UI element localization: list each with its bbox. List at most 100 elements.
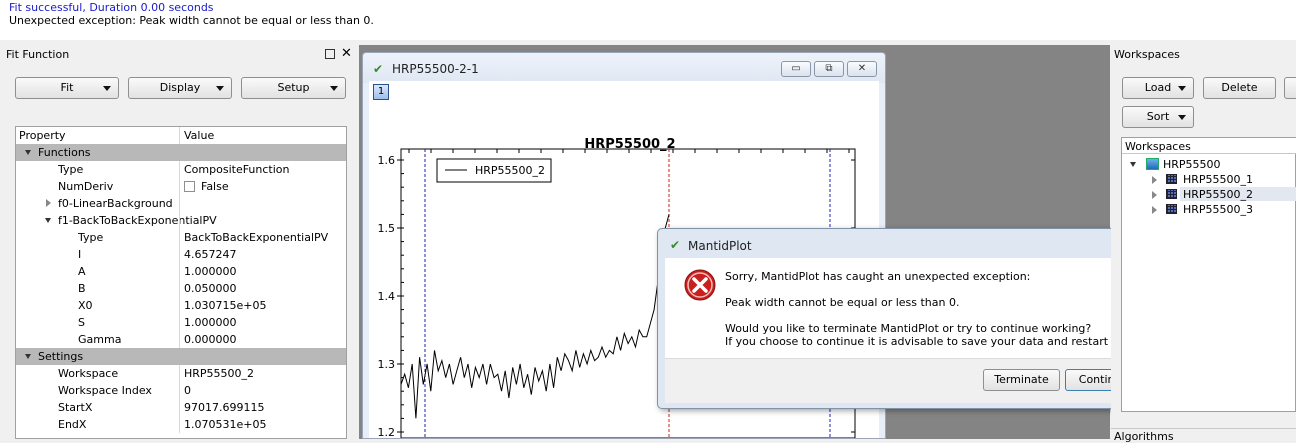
setup-button[interactable]: Setup <box>241 77 346 99</box>
property-name: f1-BackToBackExponentialPV <box>58 214 217 227</box>
chevron-down-icon <box>1178 115 1186 120</box>
property-row[interactable]: Type CompositeFunction <box>16 161 346 178</box>
column-divider <box>179 212 180 229</box>
collapse-arrow-icon[interactable] <box>46 199 51 207</box>
property-value[interactable]: 1.000000 <box>184 265 237 278</box>
workspace-table-icon <box>1166 204 1177 214</box>
property-value[interactable]: 1.030715e+05 <box>184 299 266 312</box>
property-browser[interactable]: Property Value Functions Type CompositeFun… <box>15 126 347 439</box>
property-row[interactable]: S 1.000000 <box>16 314 346 331</box>
log-line-success: Fit successful, Duration 0.00 seconds <box>9 1 214 14</box>
property-row[interactable]: I 4.657247 <box>16 246 346 263</box>
property-name: Workspace Index <box>58 384 152 397</box>
property-row[interactable]: Functions <box>16 144 346 161</box>
expand-arrow-icon[interactable] <box>25 354 31 359</box>
column-divider <box>179 314 180 331</box>
display-button[interactable]: Display <box>128 77 232 99</box>
close-icon[interactable]: ✕ <box>341 46 352 61</box>
plot-window-title: HRP55500-2-1 <box>392 62 479 76</box>
property-row[interactable]: EndX 1.070531e+05 <box>16 416 346 433</box>
load-button[interactable]: Load <box>1122 77 1194 99</box>
property-row[interactable]: Workspace Index 0 <box>16 382 346 399</box>
group-button[interactable] <box>1284 77 1296 99</box>
property-name: S <box>78 316 85 329</box>
property-name: A <box>78 265 86 278</box>
collapse-arrow-icon[interactable] <box>1152 191 1157 199</box>
expand-arrow-icon[interactable] <box>1130 162 1136 167</box>
results-log: Fit successful, Duration 0.00 seconds Un… <box>0 0 1296 40</box>
property-value[interactable]: 1.070531e+05 <box>184 418 266 431</box>
property-value[interactable]: HRP55500_2 <box>184 367 254 380</box>
workspace-item[interactable]: HRP55500_3 <box>1183 203 1253 216</box>
property-value[interactable]: 4.657247 <box>184 248 237 261</box>
y-tick-label: 1.4 <box>378 290 396 303</box>
close-button[interactable]: ✕ <box>847 61 877 77</box>
property-value[interactable]: 0.050000 <box>184 282 237 295</box>
dialog-message-error: Peak width cannot be equal or less than … <box>725 296 960 309</box>
workspace-item[interactable]: HRP55500_1 <box>1183 173 1253 186</box>
legend-label: HRP55500_2 <box>475 164 545 177</box>
y-tick-label: 1.3 <box>378 358 396 371</box>
column-divider <box>179 127 180 144</box>
column-divider <box>179 263 180 280</box>
collapse-arrow-icon[interactable] <box>1152 176 1157 184</box>
fit-button-label: Fit <box>60 81 74 94</box>
property-row[interactable]: NumDeriv False <box>16 178 346 195</box>
workspace-tree[interactable]: Workspaces HRP55500 HRP55500_1 HRP55500_2… <box>1121 137 1296 412</box>
undock-icon[interactable] <box>325 49 335 59</box>
column-divider <box>179 161 180 178</box>
minimize-button[interactable]: ▭ <box>781 61 811 77</box>
fit-function-title: Fit Function <box>0 46 356 64</box>
expand-arrow-icon[interactable] <box>45 218 51 223</box>
property-row[interactable]: Settings <box>16 348 346 365</box>
plot-window-titlebar[interactable]: ✔ HRP55500-2-1 ▭ ⧉ ✕ <box>363 53 885 83</box>
property-value[interactable]: 0 <box>184 384 191 397</box>
property-row[interactable]: Gamma 0.000000 <box>16 331 346 348</box>
sort-button[interactable]: Sort <box>1122 106 1194 128</box>
y-tick-label: 1.5 <box>378 222 396 235</box>
property-row[interactable]: f1-BackToBackExponentialPV <box>16 212 346 229</box>
column-divider <box>179 280 180 297</box>
column-divider <box>179 246 180 263</box>
workspace-item[interactable]: HRP55500_2 <box>1183 188 1253 201</box>
property-value[interactable]: 0.000000 <box>184 333 237 346</box>
terminate-button[interactable]: Terminate <box>983 369 1060 391</box>
property-row[interactable]: Workspace HRP55500_2 <box>16 365 346 382</box>
expand-arrow-icon[interactable] <box>25 150 31 155</box>
property-value[interactable]: 1.000000 <box>184 316 237 329</box>
series-line <box>400 214 670 419</box>
column-divider <box>179 297 180 314</box>
property-row[interactable]: Type BackToBackExponentialPV <box>16 229 346 246</box>
workspace-group[interactable]: HRP55500 <box>1163 158 1221 171</box>
log-line-exception: Unexpected exception: Peak width cannot … <box>9 14 374 27</box>
error-icon <box>684 269 716 301</box>
algorithms-dock: Algorithms <box>1111 428 1296 443</box>
numderiv-checkbox[interactable] <box>184 181 195 192</box>
chevron-down-icon <box>216 86 224 91</box>
property-row[interactable]: B 0.050000 <box>16 280 346 297</box>
property-row[interactable]: X0 1.030715e+05 <box>16 297 346 314</box>
exception-dialog[interactable]: ✔ MantidPlot ✕ Sorry, MantidPlot has cau… <box>657 228 1197 409</box>
property-value[interactable]: 97017.699115 <box>184 401 264 414</box>
property-value[interactable]: BackToBackExponentialPV <box>184 231 328 244</box>
property-row[interactable]: f0-LinearBackground <box>16 195 346 212</box>
fit-button[interactable]: Fit <box>15 77 119 99</box>
property-row[interactable]: StartX 97017.699115 <box>16 399 346 416</box>
chevron-down-icon <box>103 86 111 91</box>
restore-button[interactable]: ⧉ <box>814 61 844 77</box>
display-button-label: Display <box>159 81 201 94</box>
dialog-message-intro: Sorry, MantidPlot has caught an unexpect… <box>725 270 1031 283</box>
property-name: Type <box>78 231 104 244</box>
property-value[interactable]: CompositeFunction <box>184 163 290 176</box>
property-row[interactable]: A 1.000000 <box>16 263 346 280</box>
property-name: EndX <box>58 418 87 431</box>
workspace-table-icon <box>1166 189 1177 199</box>
property-name: Type <box>58 163 84 176</box>
mantid-logo-icon: ✔ <box>373 62 384 76</box>
collapse-arrow-icon[interactable] <box>1152 206 1157 214</box>
column-divider <box>179 195 180 212</box>
delete-button[interactable]: Delete <box>1203 77 1276 99</box>
property-name: Functions <box>38 146 91 159</box>
dialog-message-question: Would you like to terminate MantidPlot o… <box>725 322 1092 335</box>
sort-button-label: Sort <box>1146 110 1170 123</box>
